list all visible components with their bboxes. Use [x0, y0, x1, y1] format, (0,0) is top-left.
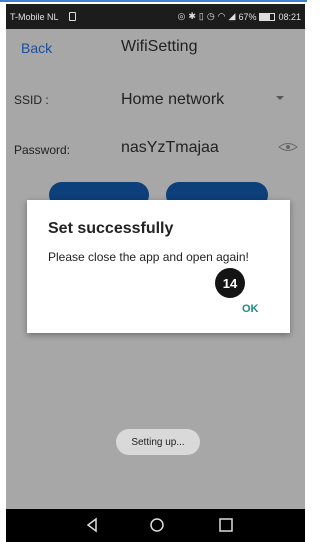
dialog-message: Please close the app and open again!	[48, 250, 249, 264]
top-edge-bar	[0, 0, 307, 2]
step-badge: 14	[215, 268, 245, 298]
battery-icon	[259, 12, 276, 21]
recent-apps-icon[interactable]	[218, 517, 234, 533]
vibrate-icon: ▯	[198, 11, 204, 21]
alarm-icon: ◷	[206, 11, 215, 21]
back-triangle-icon[interactable]	[84, 517, 100, 533]
signal-icon: ◢	[228, 11, 236, 21]
ssid-select[interactable]: Home network	[121, 91, 224, 109]
bluetooth-icon: ✱	[188, 11, 196, 21]
chevron-down-icon[interactable]	[276, 96, 284, 100]
setting-up-toast: Setting up...	[116, 429, 200, 455]
status-icons: ◎ ✱ ▯ ◷ ◠ ◢ 67% 08:21	[177, 12, 301, 22]
clock: 08:21	[278, 11, 301, 22]
success-dialog: Set successfully Please close the app an…	[27, 200, 290, 333]
phone-screen: T-Mobile NL ◎ ✱ ▯ ◷ ◠ ◢ 67% 08:21 Back W…	[0, 0, 307, 542]
eye-icon[interactable]	[278, 142, 298, 152]
nfc-icon: ◎	[177, 11, 186, 21]
password-field[interactable]: nasYzTmajaa	[121, 139, 219, 157]
dialog-title: Set successfully	[48, 220, 174, 237]
wifi-icon: ◠	[217, 11, 226, 21]
page-title: WifiSetting	[121, 38, 198, 55]
sim-icon	[68, 12, 76, 21]
home-circle-icon[interactable]	[149, 517, 165, 533]
password-label: Password:	[14, 143, 71, 157]
back-button[interactable]: Back	[21, 40, 52, 56]
header: Back WifiSetting	[6, 29, 305, 69]
ssid-label: SSID :	[14, 93, 49, 107]
status-bar: T-Mobile NL ◎ ✱ ▯ ◷ ◠ ◢ 67% 08:21	[6, 4, 305, 29]
ok-button[interactable]: OK	[242, 303, 259, 315]
carrier-name: T-Mobile NL	[10, 11, 59, 22]
toast-text: Setting up...	[131, 436, 185, 448]
navigation-bar	[6, 509, 305, 542]
battery-percent: 67%	[238, 11, 257, 22]
